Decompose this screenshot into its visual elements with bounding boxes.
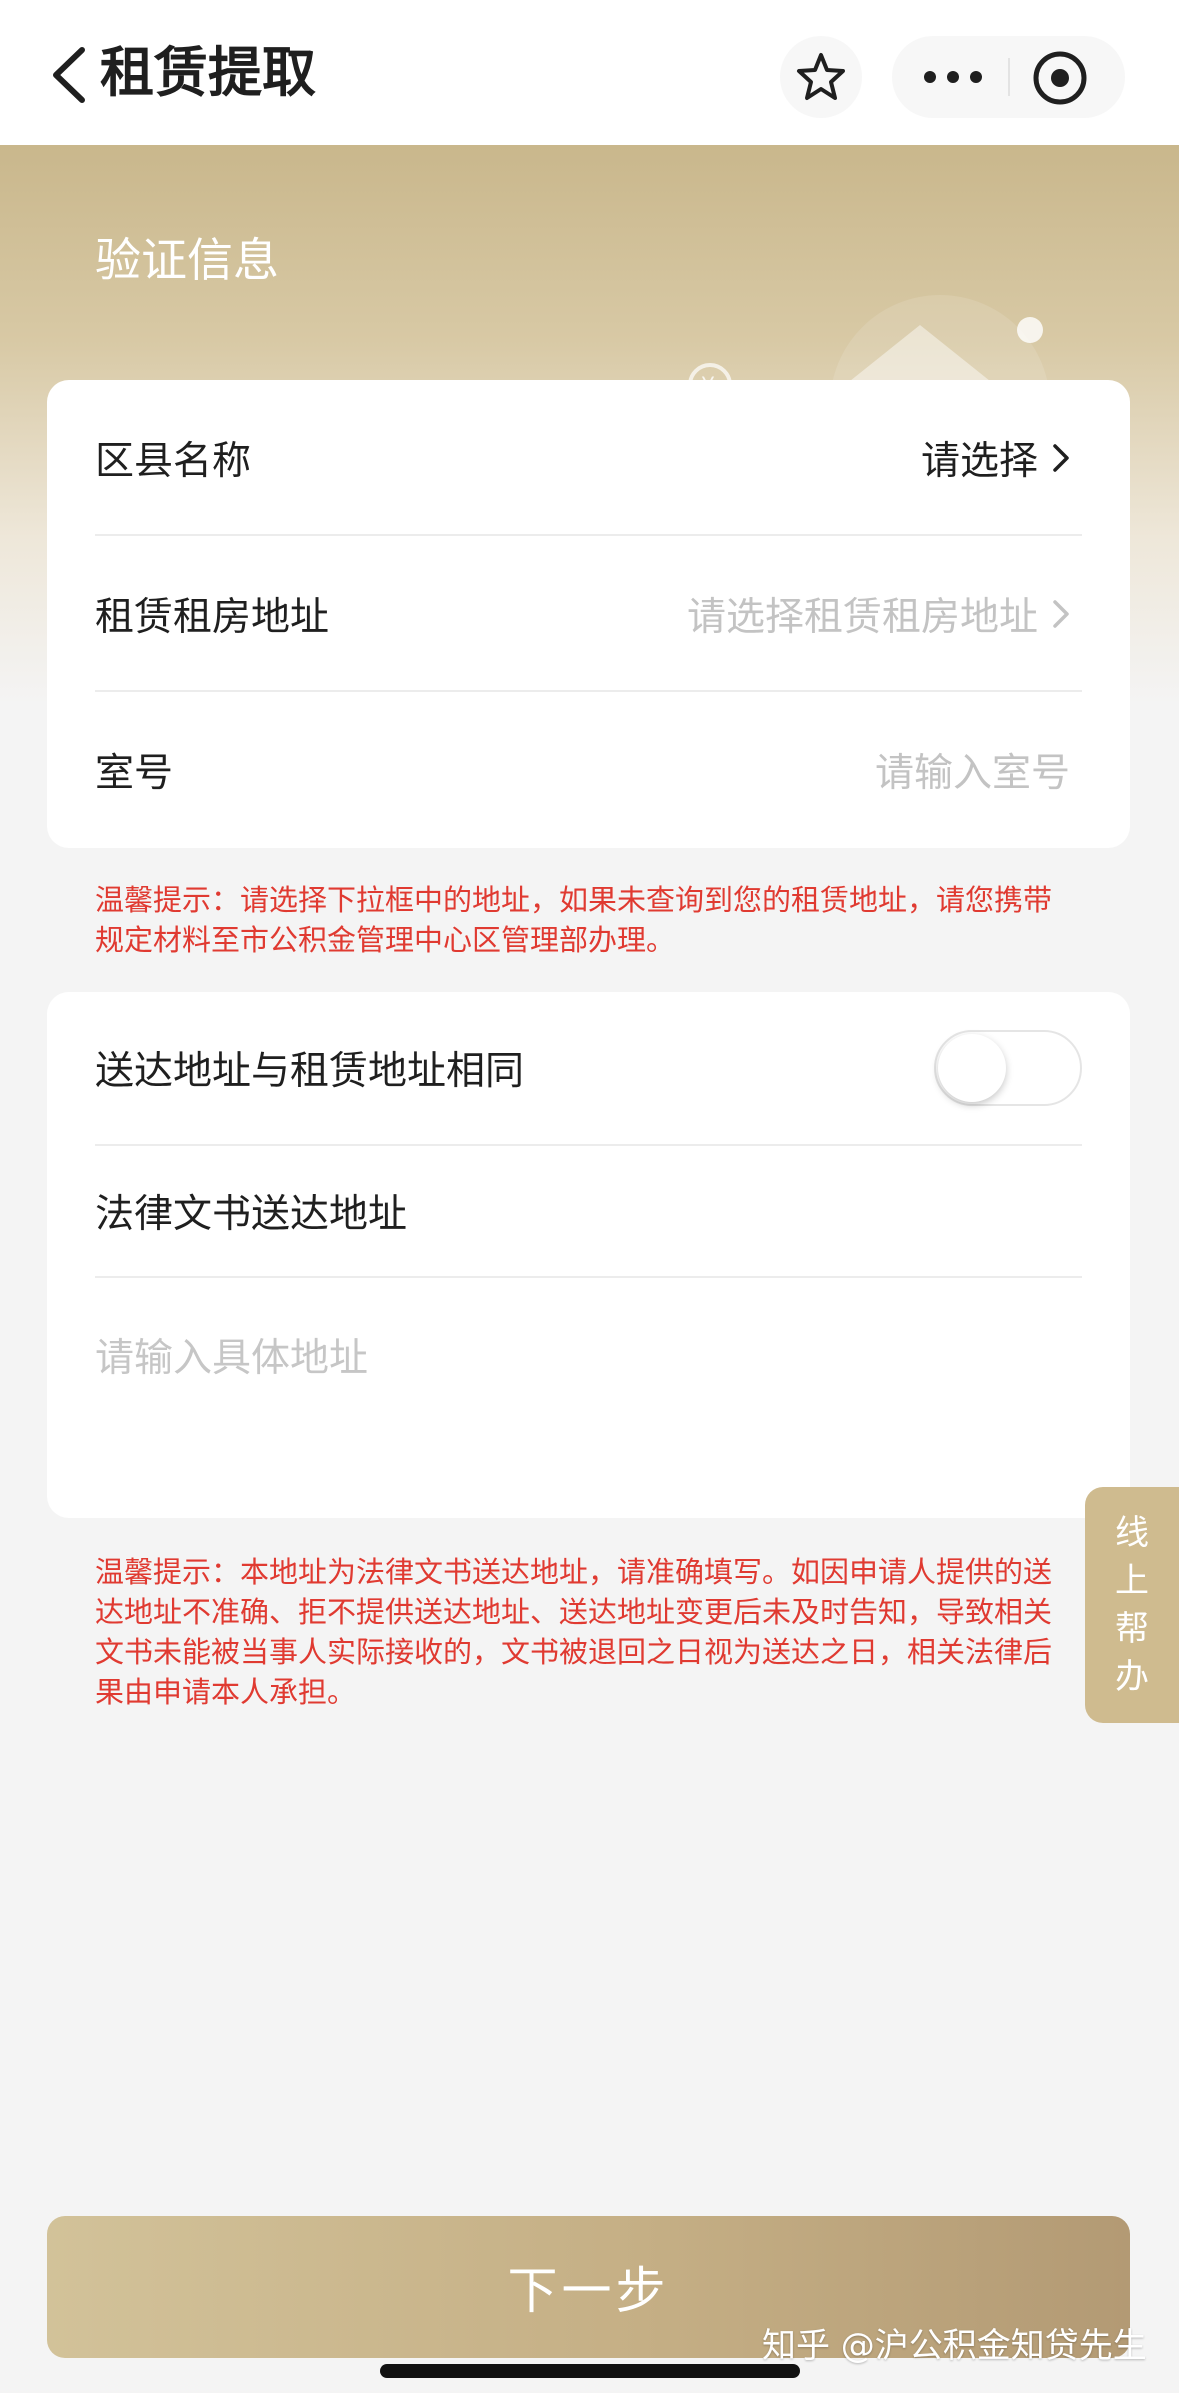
online-help-label: 线上帮办: [1115, 1513, 1149, 1697]
section-title-verify: 验证信息: [95, 233, 279, 287]
tip-legal-address: 温馨提示：本地址为法律文书送达地址，请准确填写。如因申请人提供的送达地址不准确、…: [95, 1555, 1053, 1709]
divider: [95, 1276, 1082, 1278]
district-value: 请选择: [920, 439, 1038, 484]
online-help-button[interactable]: 线上帮办: [1085, 1487, 1179, 1723]
toggle-knob: [938, 1034, 1006, 1102]
district-select[interactable]: 请选择: [921, 430, 1070, 486]
rental-address-select[interactable]: 请选择租赁租房地址: [687, 586, 1070, 642]
chevron-left-icon[interactable]: [48, 46, 88, 104]
capsule-divider: [1008, 58, 1010, 96]
delivery-address-card: 送达地址与租赁地址相同 法律文书送达地址 请输入具体地址: [47, 992, 1130, 1518]
room-number-row[interactable]: 室号 请输入室号: [95, 692, 1082, 848]
target-icon[interactable]: [1030, 48, 1090, 108]
star-outline-icon: [797, 53, 845, 100]
home-indicator: [380, 2364, 800, 2378]
same-address-toggle[interactable]: [934, 1030, 1082, 1106]
rental-address-placeholder: 请选择租赁租房地址: [686, 595, 1038, 640]
rental-address-row[interactable]: 租赁租房地址 请选择租赁租房地址: [95, 536, 1082, 692]
tip-rental-address: 温馨提示：请选择下拉框中的地址，如果未查询到您的租赁地址，请您携带规定材料至市公…: [95, 883, 1053, 957]
legal-address-label: 法律文书送达地址: [95, 1192, 408, 1237]
chevron-right-icon: [1053, 444, 1069, 472]
favorite-button[interactable]: [780, 36, 862, 118]
rental-address-label: 租赁租房地址: [95, 595, 330, 640]
watermark: 知乎 @沪公积金知贷先生: [762, 2326, 1147, 2366]
room-number-input[interactable]: 请输入室号: [875, 742, 1070, 798]
top-bar: 租赁提取: [0, 0, 1179, 145]
legal-address-textarea[interactable]: 请输入具体地址: [95, 1327, 368, 1383]
legal-address-row: 法律文书送达地址: [95, 1146, 1082, 1276]
more-dots-icon[interactable]: [922, 60, 984, 94]
chevron-right-icon: [1053, 600, 1069, 628]
verify-info-card: 区县名称 请选择 租赁租房地址 请选择租赁租房地址 室号 请输入室号: [47, 380, 1130, 848]
district-label: 区县名称: [95, 439, 252, 484]
same-address-label: 送达地址与租赁地址相同: [95, 1049, 525, 1094]
room-number-label: 室号: [95, 751, 174, 796]
mini-program-capsule: [892, 36, 1125, 118]
page-title: 租赁提取: [100, 41, 316, 104]
district-row[interactable]: 区县名称 请选择: [95, 380, 1082, 536]
same-address-row: 送达地址与租赁地址相同: [95, 992, 1082, 1144]
